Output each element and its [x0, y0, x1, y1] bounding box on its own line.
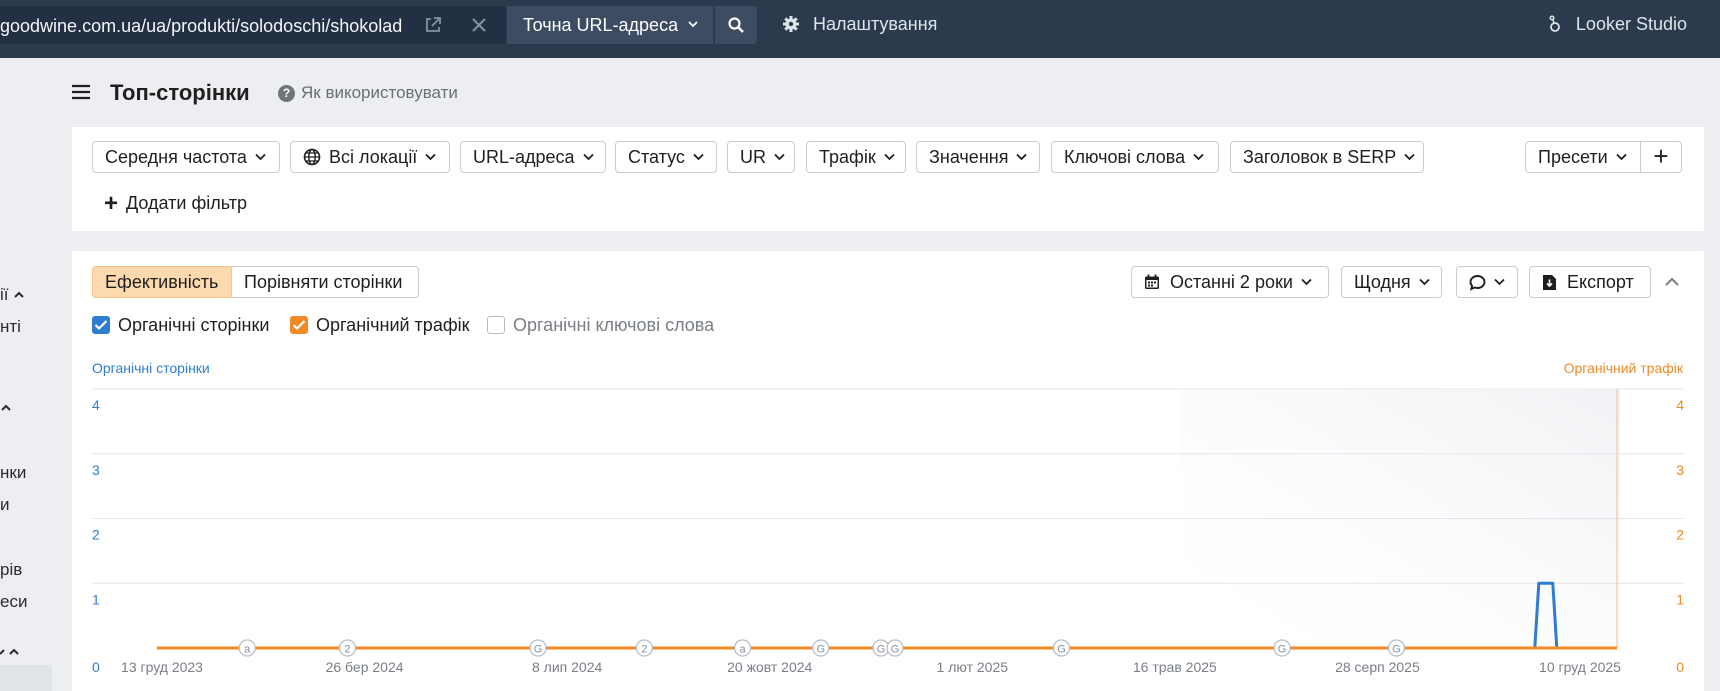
annotation-label: G	[1057, 644, 1066, 656]
left-tick-label: 4	[92, 397, 100, 413]
annotation-label: a	[740, 644, 747, 656]
annotation-marker: G	[1273, 639, 1291, 657]
x-tick-label: 1 лют 2025	[937, 659, 1009, 675]
right-tick-label: 3	[1676, 462, 1684, 478]
annotation-marker: 2	[338, 639, 357, 657]
x-tick-label: 28 серп 2025	[1335, 659, 1420, 675]
annotation-marker: G	[886, 639, 904, 657]
annotation-marker: G	[1052, 639, 1071, 657]
right-tick-label: 2	[1676, 527, 1684, 543]
annotation-label: a	[244, 644, 251, 656]
x-tick-label: 10 груд 2025	[1539, 659, 1621, 675]
annotation-label: G	[1392, 644, 1401, 656]
annotation-label: 2	[344, 644, 350, 656]
annotation-marker: a	[733, 639, 752, 657]
annotation-label: 2	[641, 644, 647, 656]
right-tick-label: 0	[1676, 659, 1684, 675]
annotation-label: G	[891, 644, 900, 656]
x-tick-label: 8 лип 2024	[532, 659, 602, 675]
annotation-label: G	[1278, 644, 1287, 656]
annotation-marker: a	[238, 639, 256, 657]
annotation-marker: G	[529, 639, 547, 657]
traffic-chart: 0 0 1 1 2 2 3 3 4 4 13 груд 2023 26 бер 2024 8 лип 2…	[92, 388, 1684, 675]
annotation-marker: 2	[635, 639, 653, 657]
left-tick-label: 3	[92, 462, 100, 478]
left-tick-label: 0	[92, 659, 100, 675]
annotation-label: G	[877, 644, 886, 656]
x-tick-label: 16 трав 2025	[1133, 659, 1217, 675]
x-tick-label: 13 груд 2023	[121, 659, 203, 675]
x-tick-label: 20 жовт 2024	[727, 659, 812, 675]
right-tick-label: 1	[1676, 591, 1684, 607]
annotation-marker: G	[1387, 639, 1406, 657]
right-tick-label: 4	[1676, 397, 1684, 413]
annotation-label: G	[534, 644, 543, 656]
left-tick-label: 2	[92, 527, 100, 543]
annotation-label: G	[817, 644, 826, 656]
x-tick-label: 26 бер 2024	[326, 659, 404, 675]
annotation-marker: G	[812, 639, 830, 657]
left-tick-label: 1	[92, 591, 100, 607]
